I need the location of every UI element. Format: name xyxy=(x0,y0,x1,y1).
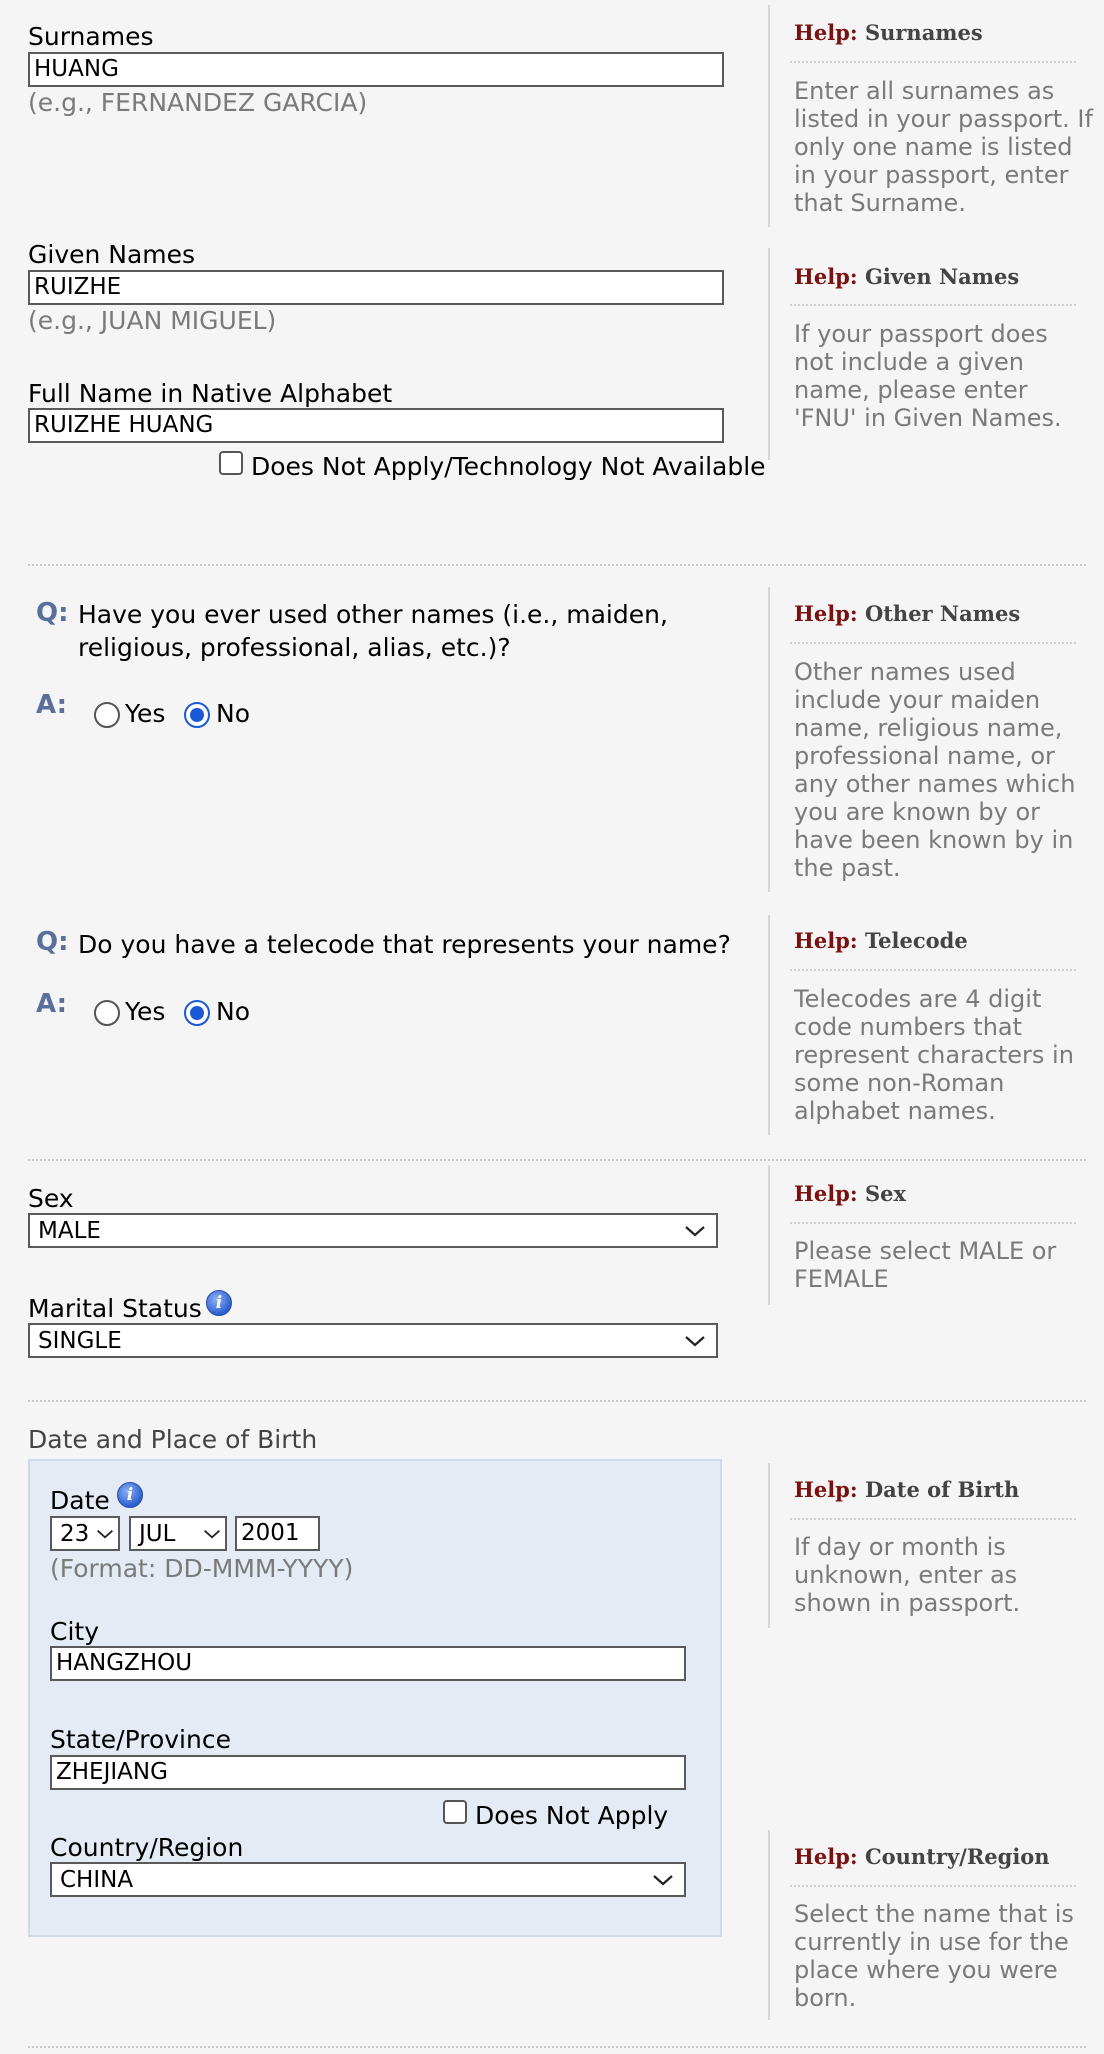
birth-state-input[interactable]: ZHEJIANG xyxy=(50,1755,686,1790)
help-surnames-title: Help: Surnames xyxy=(794,20,983,45)
help-separator xyxy=(790,1518,1076,1520)
info-icon[interactable]: i xyxy=(206,1290,232,1316)
section-divider xyxy=(28,2046,1086,2048)
marital-status-select[interactable]: SINGLE xyxy=(28,1323,718,1358)
telecode-question: Do you have a telecode that represents y… xyxy=(78,930,731,959)
birth-city-label: City xyxy=(50,1617,99,1646)
birth-country-select[interactable]: CHINA xyxy=(50,1862,686,1897)
birth-day-value: 23 xyxy=(60,1521,90,1547)
birth-state-na-label: Does Not Apply xyxy=(475,1801,669,1830)
birth-month-select[interactable]: JUL xyxy=(129,1516,227,1551)
chevron-down-icon xyxy=(685,1226,705,1237)
other-names-question: Have you ever used other names (i.e., ma… xyxy=(78,600,668,662)
help-surnames-body: Enter all surnames as listed in your pas… xyxy=(794,77,1093,217)
sex-select[interactable]: MALE xyxy=(28,1213,718,1248)
help-separator xyxy=(790,61,1076,63)
chevron-down-icon xyxy=(204,1530,220,1539)
help-separator xyxy=(790,304,1076,306)
help-divider xyxy=(768,1165,770,1305)
sex-value: MALE xyxy=(38,1218,101,1244)
birth-country-label: Country/Region xyxy=(50,1833,244,1862)
birth-country-value: CHINA xyxy=(60,1867,134,1893)
telecode-no-label: No xyxy=(216,997,250,1026)
help-given-names-title: Help: Given Names xyxy=(794,264,1020,289)
telecode-no-radio[interactable] xyxy=(184,1000,210,1026)
section-divider xyxy=(28,1400,1086,1402)
marital-status-label: Marital Status xyxy=(28,1294,202,1323)
help-country-title: Help: Country/Region xyxy=(794,1844,1050,1869)
other-names-no-radio[interactable] xyxy=(184,702,210,728)
surnames-example: (e.g., FERNANDEZ GARCIA) xyxy=(28,88,368,117)
help-separator xyxy=(790,969,1076,971)
help-separator xyxy=(790,1222,1076,1224)
birth-state-label: State/Province xyxy=(50,1725,231,1754)
sex-label: Sex xyxy=(28,1184,74,1213)
help-divider xyxy=(768,5,770,227)
help-sex-title: Help: Sex xyxy=(794,1181,906,1206)
help-dob-title: Help: Date of Birth xyxy=(794,1477,1020,1502)
help-given-names-body: If your passport does not include a give… xyxy=(794,320,1062,432)
surnames-label: Surnames xyxy=(28,22,154,51)
birth-day-select[interactable]: 23 xyxy=(50,1516,120,1551)
native-name-na-checkbox[interactable] xyxy=(219,451,243,475)
given-names-label: Given Names xyxy=(28,240,196,269)
chevron-down-icon xyxy=(653,1875,673,1886)
help-country-body: Select the name that is currently in use… xyxy=(794,1900,1074,2012)
help-separator xyxy=(790,642,1076,644)
birth-state-na-checkbox[interactable] xyxy=(443,1800,467,1824)
birth-date-format-hint: (Format: DD-MMM-YYYY) xyxy=(50,1554,354,1583)
help-dob-body: If day or month is unknown, enter as sho… xyxy=(794,1533,1021,1617)
help-divider xyxy=(768,1830,770,2020)
birth-section-title: Date and Place of Birth xyxy=(28,1425,318,1454)
surnames-input[interactable]: HUANG xyxy=(28,52,724,87)
help-separator xyxy=(790,1885,1076,1887)
chevron-down-icon xyxy=(97,1530,113,1539)
help-sex-body: Please select MALE or FEMALE xyxy=(794,1237,1057,1293)
help-divider xyxy=(768,1463,770,1628)
help-other-names-body: Other names used include your maiden nam… xyxy=(794,658,1076,882)
other-names-yes-radio[interactable] xyxy=(94,702,120,728)
chevron-down-icon xyxy=(685,1336,705,1347)
help-telecode-title: Help: Telecode xyxy=(794,928,968,953)
marital-status-value: SINGLE xyxy=(38,1328,122,1354)
birth-year-input[interactable]: 2001 xyxy=(235,1516,320,1551)
birth-city-input[interactable]: HANGZHOU xyxy=(50,1646,686,1681)
section-divider xyxy=(28,1159,1086,1161)
q-marker: Q: xyxy=(36,598,69,628)
native-name-input[interactable]: RUIZHE HUANG xyxy=(28,408,724,443)
section-divider xyxy=(28,564,1086,566)
native-name-label: Full Name in Native Alphabet xyxy=(28,379,393,408)
given-names-input[interactable]: RUIZHE xyxy=(28,270,724,305)
help-divider xyxy=(768,248,770,460)
help-divider xyxy=(768,915,770,1135)
help-telecode-body: Telecodes are 4 digit code numbers that … xyxy=(794,985,1074,1125)
given-names-example: (e.g., JUAN MIGUEL) xyxy=(28,306,277,335)
info-icon[interactable]: i xyxy=(117,1482,143,1508)
telecode-yes-label: Yes xyxy=(125,997,166,1026)
a-marker: A: xyxy=(36,989,68,1019)
help-divider xyxy=(768,587,770,892)
native-name-na-label: Does Not Apply/Technology Not Available xyxy=(251,452,766,481)
other-names-yes-label: Yes xyxy=(125,699,166,728)
birth-date-label: Date xyxy=(50,1486,110,1515)
help-other-names-title: Help: Other Names xyxy=(794,601,1021,626)
other-names-no-label: No xyxy=(216,699,250,728)
q-marker: Q: xyxy=(36,927,69,957)
telecode-yes-radio[interactable] xyxy=(94,1000,120,1026)
a-marker: A: xyxy=(36,690,68,720)
birth-month-value: JUL xyxy=(139,1521,176,1547)
